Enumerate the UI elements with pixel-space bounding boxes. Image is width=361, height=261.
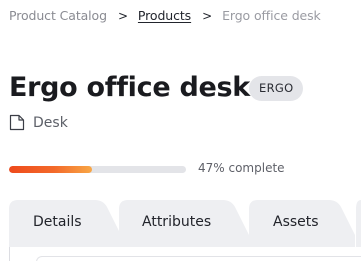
- completion-progress-bar: [9, 166, 186, 173]
- product-code-badge: ERGO: [249, 76, 304, 101]
- tab-overflow[interactable]: [356, 199, 361, 247]
- breadcrumb-separator: >: [202, 8, 213, 23]
- document-icon: [9, 114, 25, 131]
- tab-attributes-label: Attributes: [142, 214, 212, 230]
- product-type-label: Desk: [33, 114, 68, 131]
- breadcrumb-separator: >: [117, 8, 128, 23]
- tab-attributes[interactable]: Attributes: [119, 199, 249, 247]
- product-detail-page: Product Catalog > Products > Ergo office…: [0, 0, 361, 261]
- tab-details[interactable]: Details: [9, 199, 121, 247]
- breadcrumb: Product Catalog > Products > Ergo office…: [9, 8, 321, 23]
- completion-progress-fill: [9, 166, 93, 173]
- tab-assets[interactable]: Assets: [249, 199, 355, 247]
- completion-progress-label: 47% complete: [198, 161, 285, 175]
- breadcrumb-products-link[interactable]: Products: [138, 8, 191, 23]
- product-type: Desk: [9, 114, 68, 131]
- breadcrumb-current: Ergo office desk: [222, 8, 321, 23]
- breadcrumb-product-catalog[interactable]: Product Catalog: [9, 8, 107, 23]
- page-title: Ergo office desk: [9, 72, 250, 103]
- tab-panel-content: [36, 256, 361, 261]
- tab-details-label: Details: [33, 214, 82, 230]
- tab-assets-label: Assets: [273, 214, 319, 230]
